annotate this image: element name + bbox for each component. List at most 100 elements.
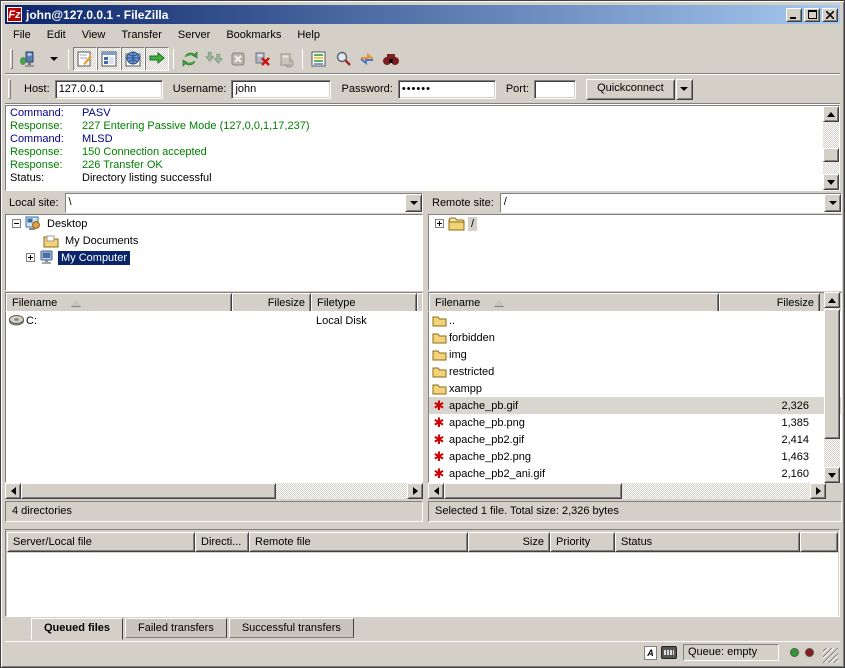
host-input[interactable]: 127.0.0.1 [55,80,163,99]
local-site-combo[interactable]: \ [65,193,423,213]
cancel-operation-button[interactable] [226,47,250,71]
column-label: Status [621,536,652,548]
menu-bookmarks[interactable]: Bookmarks [218,27,289,43]
scroll-left-button[interactable] [5,483,21,499]
remote-horizontal-scrollbar[interactable] [428,483,826,499]
quickconnect-dropdown[interactable] [676,79,693,100]
filename-filters-button[interactable] [331,47,355,71]
local-horizontal-scrollbar[interactable] [5,483,423,499]
title-bar[interactable]: Fz john@127.0.0.1 - FileZilla [5,5,840,24]
scroll-up-button[interactable] [823,106,839,122]
queue-column-direction[interactable]: Directi... [195,532,249,552]
scroll-thumb[interactable] [824,309,840,439]
tree-item-root[interactable]: / [429,215,841,232]
tab-failed-transfers[interactable]: Failed transfers [125,618,227,638]
remote-file-row[interactable]: .. [429,312,841,329]
queue-column-server-local-file[interactable]: Server/Local file [7,532,195,552]
menu-edit[interactable]: Edit [39,27,74,43]
scroll-right-button[interactable] [407,483,423,499]
resize-grip[interactable] [823,648,838,663]
scroll-thumb[interactable] [21,483,276,499]
tab-queued-files[interactable]: Queued files [31,618,123,640]
port-input[interactable] [534,80,576,99]
remote-file-row[interactable]: restricted [429,363,841,380]
remote-site-path: / [501,194,824,212]
username-input[interactable]: john [231,80,331,99]
remote-column-filesize[interactable]: Filesize [719,293,820,312]
scroll-right-button[interactable] [810,483,826,499]
local-column-last-modified[interactable]: L [417,293,423,312]
tree-item-desktop[interactable]: Desktop [6,215,422,232]
refresh-button[interactable] [178,47,202,71]
remote-file-row[interactable]: apache_pb2.gif 2,414 [429,431,841,448]
process-queue-button[interactable] [202,47,226,71]
message-log-icon [76,50,94,68]
remote-directory-tree[interactable]: / [428,214,842,291]
toolbar-separator [302,49,303,69]
toggle-transfer-queue-button[interactable] [145,47,169,71]
expand-icon[interactable] [435,219,444,228]
queue-column-size[interactable]: Size [468,532,550,552]
collapse-icon[interactable] [12,219,21,228]
message-log[interactable]: Command:PASV Response:227 Entering Passi… [5,105,840,191]
queue-column-priority[interactable]: Priority [550,532,615,552]
scroll-down-button[interactable] [823,174,839,190]
remote-file-row-selected[interactable]: apache_pb.gif 2,326 [429,397,841,414]
site-manager-dropdown[interactable] [40,47,64,71]
toggle-local-tree-button[interactable] [97,47,121,71]
scroll-thumb[interactable] [823,148,839,162]
local-column-filetype[interactable]: Filetype [311,293,417,312]
local-file-row[interactable]: C: Local Disk [6,312,422,329]
menu-file[interactable]: File [5,27,39,43]
remote-vertical-scrollbar[interactable] [824,292,840,483]
remote-file-row[interactable]: xampp [429,380,841,397]
remote-file-list[interactable]: .. forbidden img restricted xampp apache… [428,312,842,483]
scroll-left-button[interactable] [428,483,444,499]
remote-file-row[interactable]: apache_pb2.png 1,463 [429,448,841,465]
expand-icon[interactable] [26,253,35,262]
tab-successful-transfers[interactable]: Successful transfers [229,618,354,638]
scroll-up-button[interactable] [824,292,840,308]
disconnect-button[interactable] [250,47,274,71]
maximize-button[interactable] [804,8,820,22]
toggle-message-log-button[interactable] [73,47,97,71]
file-name: apache_pb2.gif [449,434,719,446]
site-manager-button[interactable] [16,47,40,71]
local-site-dropdown-button[interactable] [405,194,422,212]
scroll-down-button[interactable] [824,467,840,483]
queue-size-indicator: Queue: empty [683,644,779,661]
directory-comparison-button[interactable] [307,47,331,71]
find-files-button[interactable] [379,47,403,71]
local-directory-tree[interactable]: Desktop My Documents My Computer [5,214,423,291]
local-column-filesize[interactable]: Filesize [232,293,311,312]
password-input[interactable]: •••••• [398,80,496,99]
log-text: MLSD [82,133,113,146]
queue-column-remote-file[interactable]: Remote file [249,532,468,552]
menu-server[interactable]: Server [170,27,218,43]
tree-item-my-computer[interactable]: My Computer [6,249,422,266]
minimize-button[interactable] [786,8,802,22]
menu-view[interactable]: View [74,27,114,43]
remote-site-dropdown-button[interactable] [824,194,841,212]
menu-help[interactable]: Help [289,27,328,43]
reconnect-button[interactable] [274,47,298,71]
queue-list[interactable] [7,553,838,616]
tree-item-my-documents[interactable]: My Documents [6,232,422,249]
queue-column-status[interactable]: Status [615,532,800,552]
file-size: 2,414 [719,434,809,446]
remote-column-filename[interactable]: Filename [429,293,719,312]
local-column-filename[interactable]: Filename [6,293,232,312]
close-button[interactable] [822,8,838,22]
remote-file-row[interactable]: apache_pb.png 1,385 [429,414,841,431]
menu-transfer[interactable]: Transfer [113,27,170,43]
scroll-thumb[interactable] [444,483,622,499]
remote-site-combo[interactable]: / [500,193,842,213]
log-vertical-scrollbar[interactable] [823,106,839,190]
quickconnect-button[interactable]: Quickconnect [586,79,675,100]
local-file-list[interactable]: C: Local Disk [5,312,423,483]
synchronized-browsing-button[interactable] [355,47,379,71]
remote-file-row[interactable]: forbidden [429,329,841,346]
toggle-remote-tree-button[interactable] [121,47,145,71]
remote-file-row[interactable]: img [429,346,841,363]
remote-file-row[interactable]: apache_pb2_ani.gif 2,160 [429,465,841,482]
